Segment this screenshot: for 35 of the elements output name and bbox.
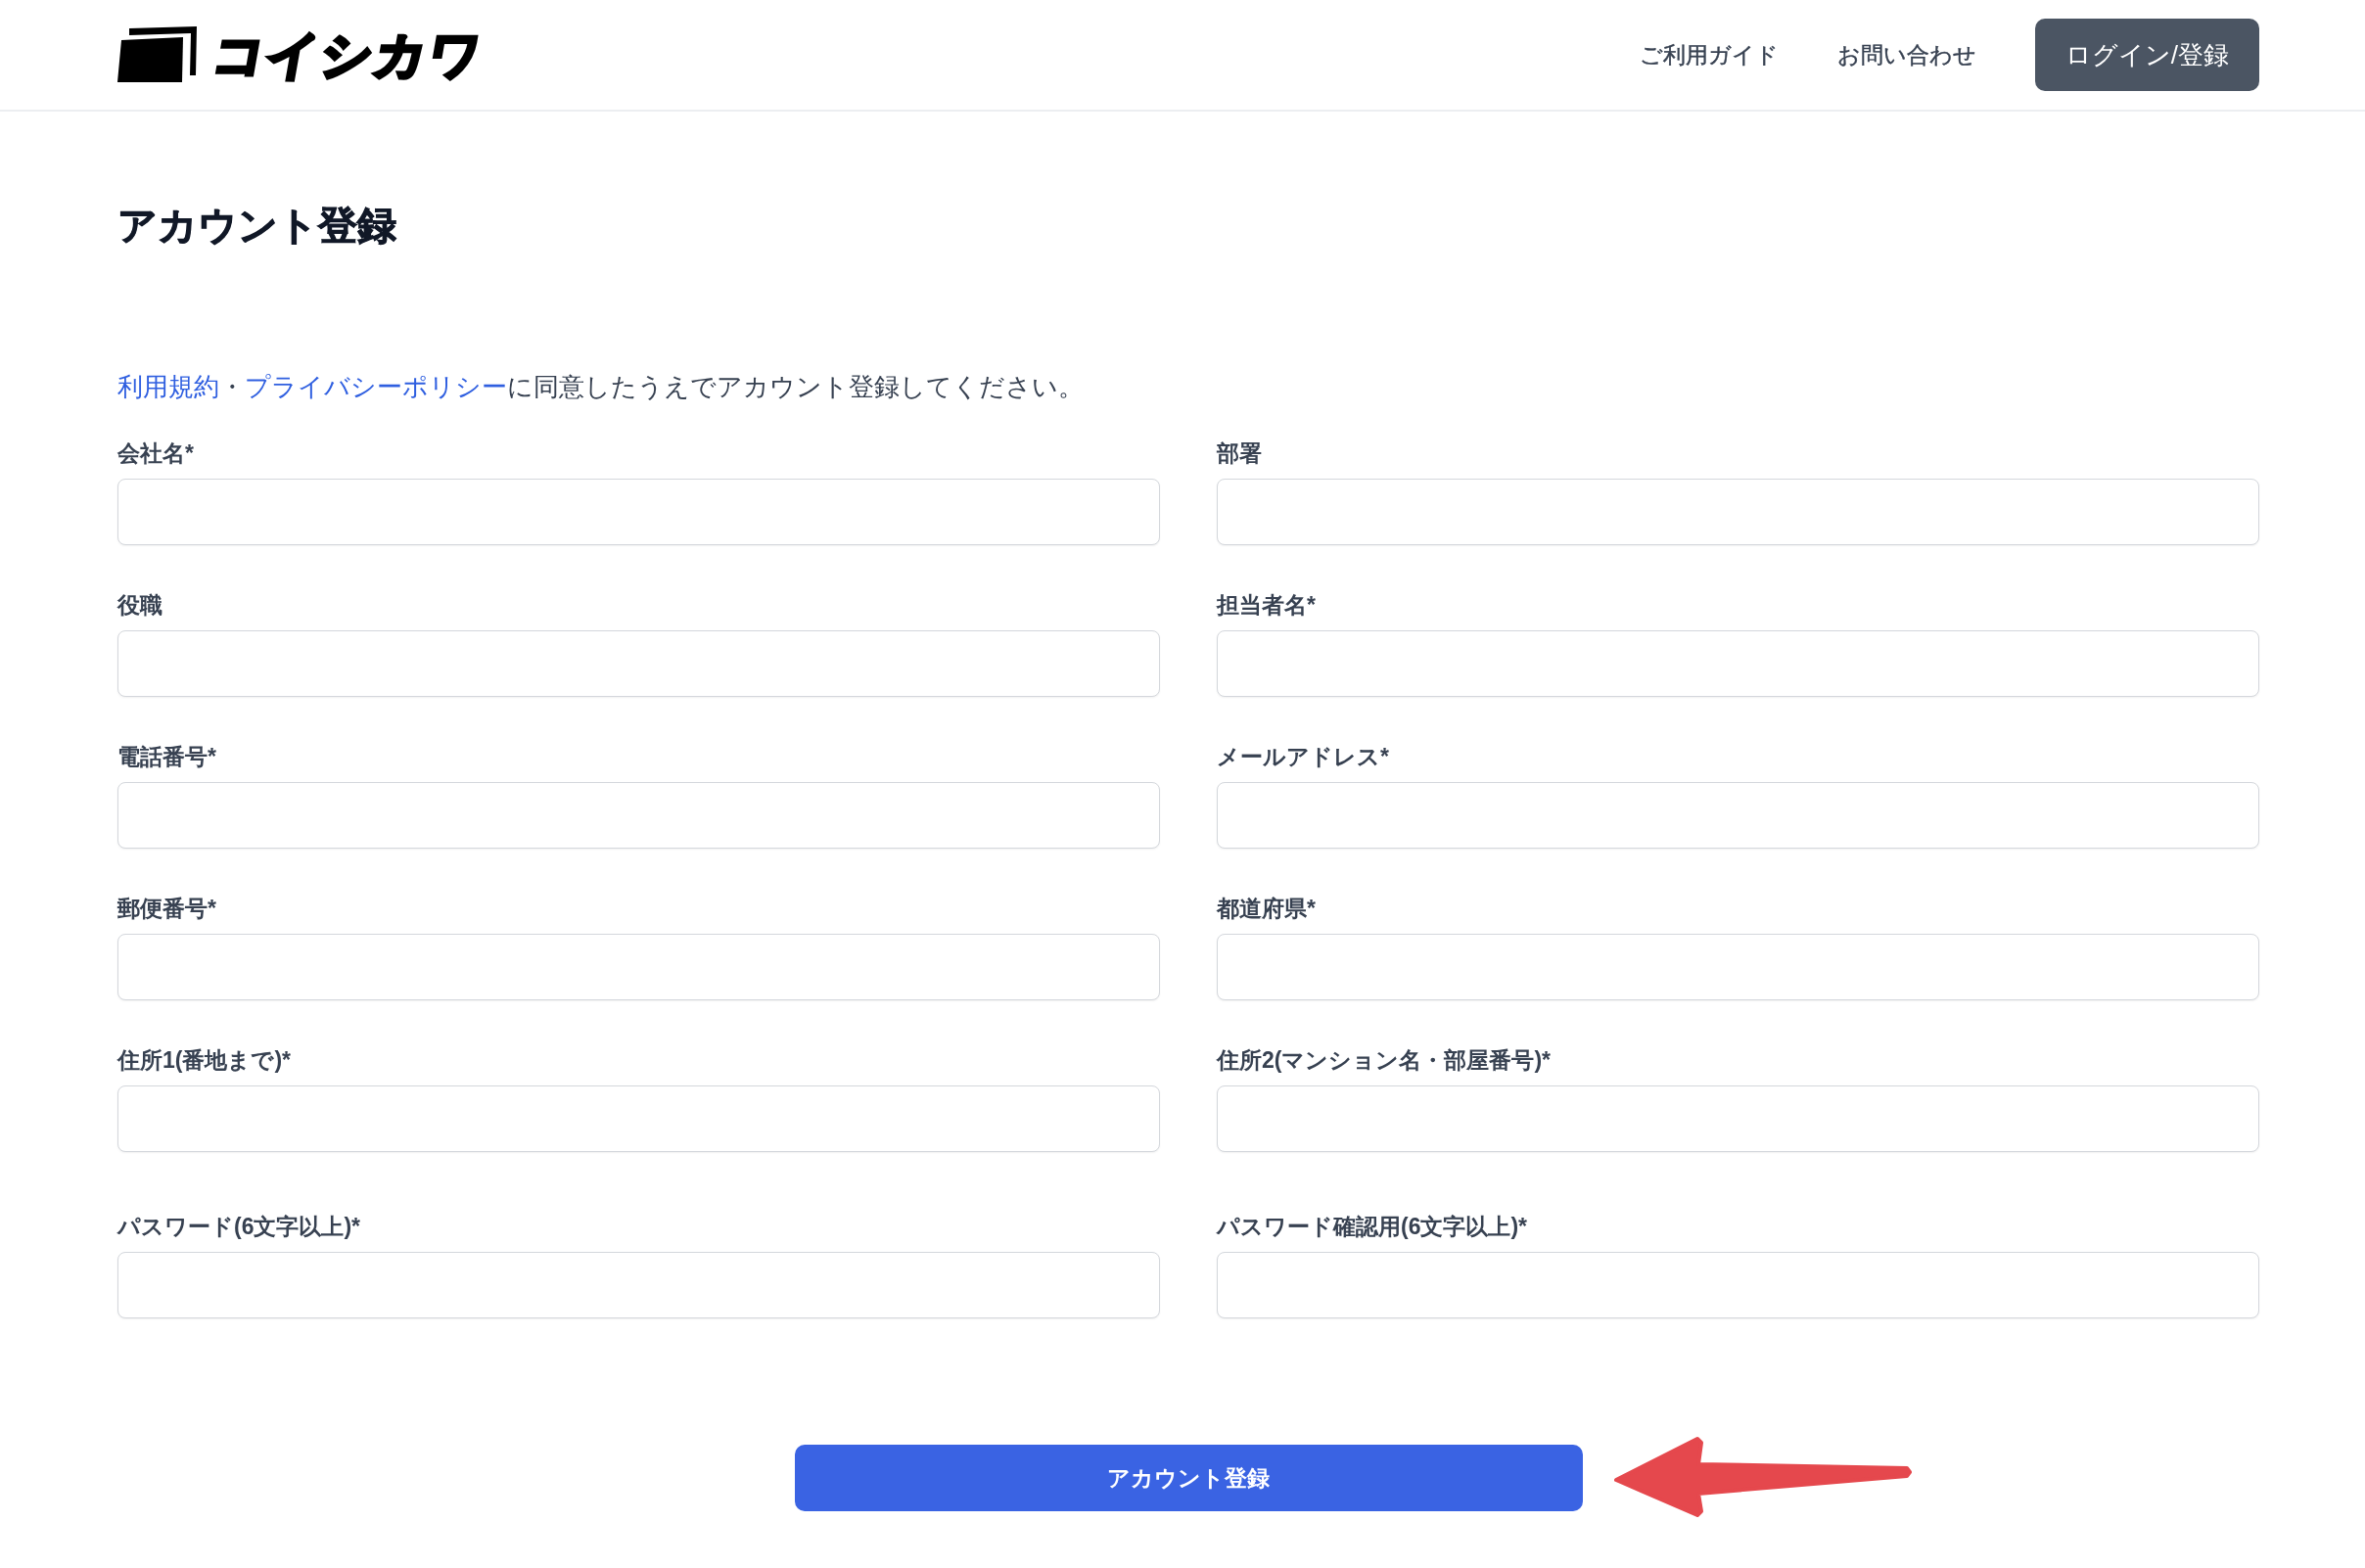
field-label: 部署 — [1217, 439, 1262, 468]
field-label: 郵便番号* — [117, 895, 216, 923]
input-field[interactable] — [117, 630, 1160, 697]
input-field[interactable] — [117, 782, 1160, 849]
logo-text[interactable]: コイシカワ — [209, 29, 487, 80]
input-field[interactable] — [117, 934, 1160, 1000]
consent-notice: 利用規約・プライバシーポリシーに同意したうえでアカウント登録してください。 — [117, 371, 1084, 403]
input-field[interactable] — [1217, 630, 2259, 697]
field-label: パスワード確認用(6文字以上)* — [1217, 1213, 1528, 1241]
notice-link[interactable]: プライバシーポリシー — [245, 372, 507, 401]
field-label: 都道府県* — [1217, 895, 1316, 923]
page-title: アカウント登録 — [117, 203, 396, 249]
field-label: 住所2(マンション名・部屋番号)* — [1217, 1046, 1552, 1075]
arrow-icon — [1614, 1436, 1912, 1518]
login-button[interactable]: ログイン/登録 — [2034, 19, 2259, 91]
input-field[interactable] — [1217, 479, 2259, 545]
password-field[interactable] — [117, 1252, 1160, 1318]
nav-link[interactable]: お問い合わせ — [1836, 39, 1976, 70]
input-field[interactable] — [117, 479, 1160, 545]
field-label: 会社名* — [117, 439, 194, 468]
field-label: パスワード(6文字以上)* — [117, 1213, 361, 1241]
password-field[interactable] — [1217, 1252, 2259, 1318]
field-label: 担当者名* — [1217, 591, 1316, 620]
field-label: 電話番号* — [117, 743, 216, 771]
notice-link[interactable]: 利用規約 — [117, 372, 219, 401]
input-field[interactable] — [117, 1085, 1160, 1152]
input-field[interactable] — [1217, 1085, 2259, 1152]
field-label: 役職 — [117, 591, 162, 620]
submit-button[interactable]: アカウント登録 — [794, 1445, 1583, 1511]
input-field[interactable] — [1217, 934, 2259, 1000]
field-label: メールアドレス* — [1217, 743, 1389, 771]
stacked-cards-icon — [117, 26, 198, 83]
field-label: 住所1(番地まで)* — [117, 1046, 292, 1075]
nav-link[interactable]: ご利用ガイド — [1639, 39, 1779, 70]
input-field[interactable] — [1217, 782, 2259, 849]
